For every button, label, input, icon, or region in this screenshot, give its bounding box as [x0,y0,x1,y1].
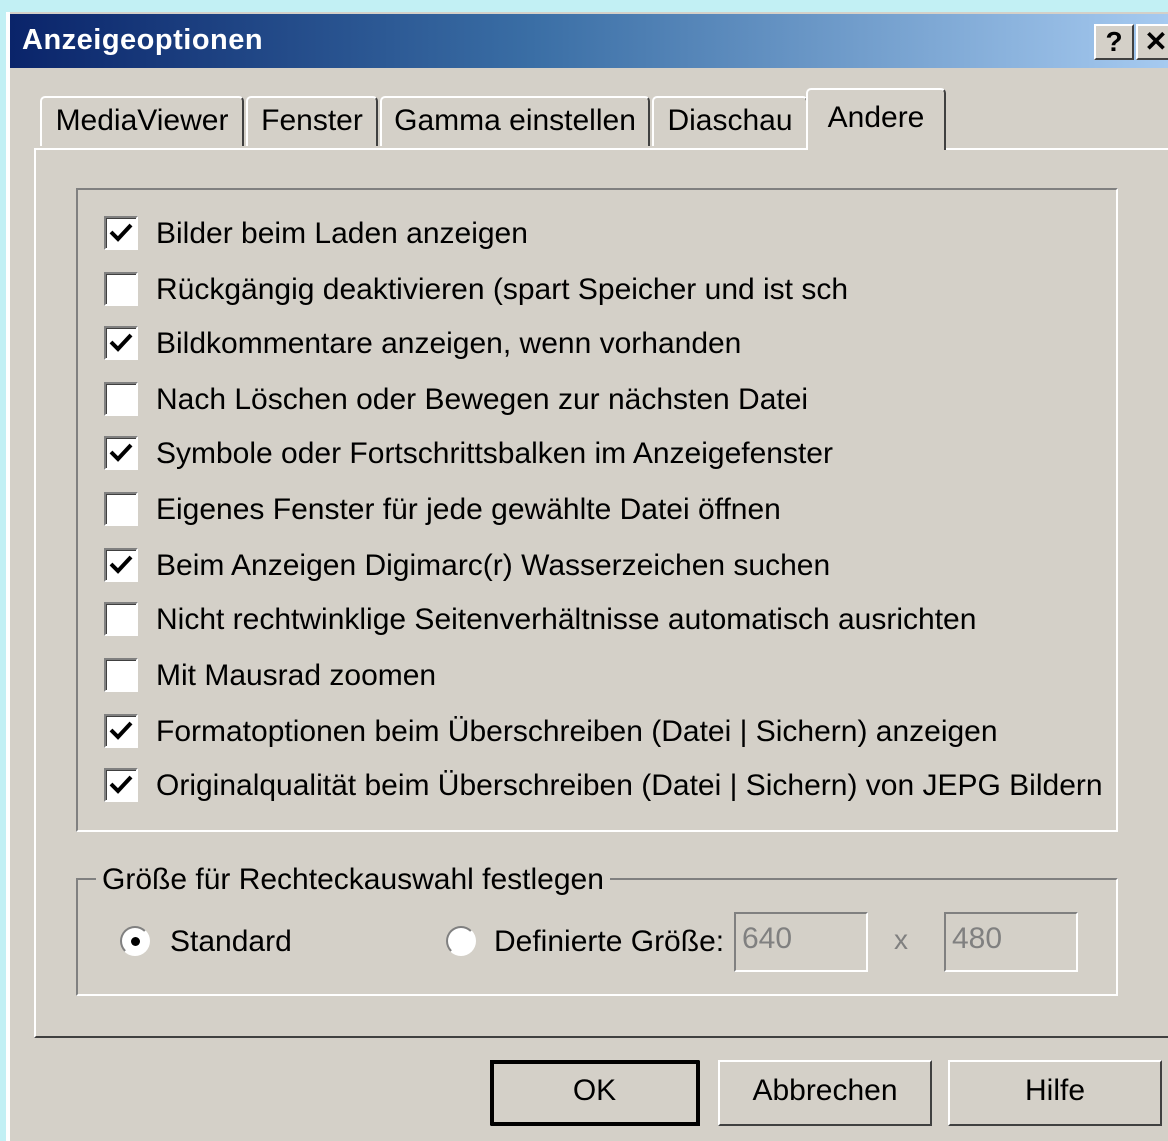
close-icon[interactable]: ✕ [1136,24,1168,60]
window-title: Anzeigeoptionen [22,24,264,56]
option-label: Formatoptionen beim Überschreiben (Datei… [156,715,998,748]
option-label: Eigenes Fenster für jede gewählte Datei … [156,493,781,526]
option-label: Mit Mausrad zoomen [156,659,437,692]
width-field[interactable]: 640 [734,912,868,972]
checkbox[interactable] [104,768,138,802]
radio-selected-dot [131,937,140,946]
desktop-background-top [0,0,1168,12]
radio-defined-size-label[interactable]: Definierte Größe: [494,922,724,962]
radio-defined-size[interactable] [446,926,476,956]
checkbox[interactable] [104,548,138,582]
tab-andere[interactable]: Andere [806,88,946,150]
checkbox[interactable] [104,436,138,470]
radio-standard-label[interactable]: Standard [170,922,292,962]
help-button[interactable]: Hilfe [948,1060,1162,1126]
checkbox[interactable] [104,382,138,416]
checkbox[interactable] [104,272,138,306]
title-bar[interactable]: Anzeigeoptionen ? ✕ [10,14,1168,68]
option-label: Beim Anzeigen Digimarc(r) Wasserzeichen … [156,549,831,582]
option-label: Nicht rechtwinklige Seitenverhältnisse a… [156,603,977,636]
option-label: Originalqualität beim Überschreiben (Dat… [156,769,1103,802]
option-label: Nach Löschen oder Bewegen zur nächsten D… [156,383,809,416]
help-icon[interactable]: ? [1094,24,1134,60]
tab-fenster[interactable]: Fenster [246,96,378,146]
tab-mediaviewer[interactable]: MediaViewer [40,96,244,146]
checkbox[interactable] [104,216,138,250]
option-label: Bildkommentare anzeigen, wenn vorhanden [156,327,742,360]
radio-standard[interactable] [120,926,150,956]
checkbox[interactable] [104,492,138,526]
checkbox[interactable] [104,602,138,636]
height-field[interactable]: 480 [944,912,1078,972]
option-label: Symbole oder Fortschrittsbalken im Anzei… [156,437,833,470]
window-frame [6,12,10,1141]
checkbox[interactable] [104,658,138,692]
checkbox[interactable] [104,714,138,748]
tab-diaschau[interactable]: Diaschau [652,96,808,146]
tab-gamma-einstellen[interactable]: Gamma einstellen [380,96,650,146]
ok-button[interactable]: OK [490,1060,700,1126]
checkbox[interactable] [104,326,138,360]
option-label: Bilder beim Laden anzeigen [156,217,528,250]
cancel-button[interactable]: Abbrechen [718,1060,932,1126]
option-label: Rückgängig deaktivieren (spart Speicher … [156,273,849,306]
size-separator: x [894,924,908,955]
group-title: Größe für Rechteckauswahl festlegen [96,862,610,898]
